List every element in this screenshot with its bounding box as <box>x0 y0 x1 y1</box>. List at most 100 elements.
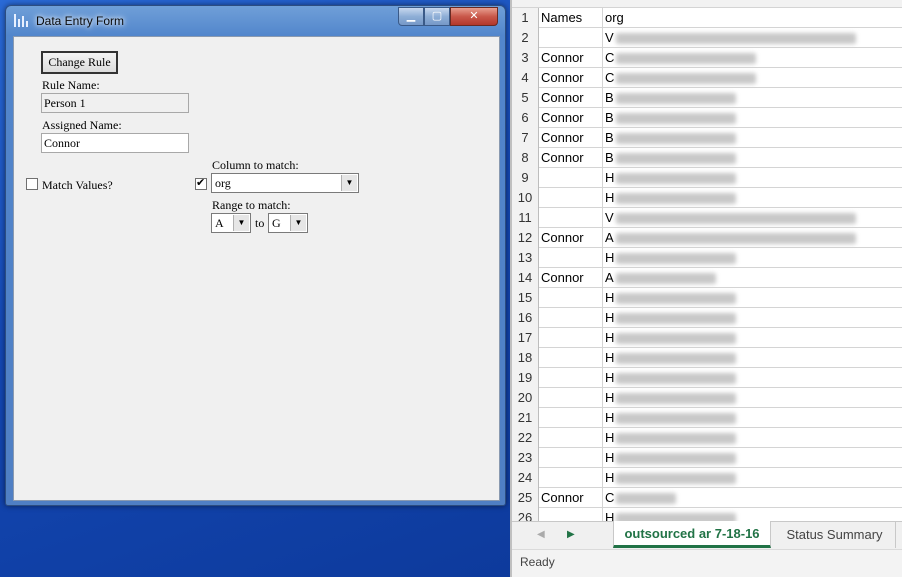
row-number[interactable]: 13 <box>512 248 539 268</box>
row-number[interactable]: 4 <box>512 68 539 88</box>
row-number[interactable]: 21 <box>512 408 539 428</box>
cell-a[interactable]: Connor <box>539 48 603 68</box>
chevron-down-icon[interactable]: ▼ <box>290 215 306 231</box>
cell-b[interactable]: B <box>604 128 902 148</box>
cell-b-text: H <box>605 370 615 385</box>
tab-status-summary[interactable]: Status Summary <box>774 522 896 548</box>
cell-b[interactable]: H <box>604 288 902 308</box>
cell-a[interactable]: Connor <box>539 128 603 148</box>
cell-b[interactable]: H <box>604 328 902 348</box>
cell-b[interactable]: C <box>604 48 902 68</box>
cell-b[interactable]: H <box>604 408 902 428</box>
chevron-down-icon[interactable]: ▼ <box>341 175 357 191</box>
cell-b[interactable]: org <box>604 8 902 28</box>
row-number[interactable]: 16 <box>512 308 539 328</box>
row-number[interactable]: 5 <box>512 88 539 108</box>
cell-b[interactable]: H <box>604 448 902 468</box>
cell-a[interactable] <box>539 208 603 228</box>
cell-a[interactable]: Connor <box>539 148 603 168</box>
row-number[interactable]: 12 <box>512 228 539 248</box>
chevron-down-icon[interactable]: ▼ <box>233 215 249 231</box>
row-number[interactable]: 23 <box>512 448 539 468</box>
cell-a[interactable] <box>539 388 603 408</box>
tab-outsourced[interactable]: outsourced ar 7-18-16 <box>613 521 771 548</box>
cell-a[interactable] <box>539 28 603 48</box>
cell-a[interactable] <box>539 368 603 388</box>
cell-a[interactable] <box>539 408 603 428</box>
close-button[interactable]: ✕ <box>450 7 498 26</box>
row-number[interactable]: 18 <box>512 348 539 368</box>
cell-a[interactable]: Names <box>539 8 603 28</box>
cell-b[interactable]: C <box>604 488 902 508</box>
cell-b-text: H <box>605 330 615 345</box>
cell-b[interactable]: H <box>604 388 902 408</box>
column-match-checkbox[interactable] <box>195 176 207 190</box>
redacted-text <box>616 73 757 85</box>
cell-b[interactable]: H <box>604 468 902 488</box>
cell-a[interactable] <box>539 328 603 348</box>
maximize-button[interactable]: ▢ <box>424 7 450 26</box>
change-rule-button[interactable]: Change Rule <box>41 51 118 74</box>
cell-a[interactable] <box>539 448 603 468</box>
row-number[interactable]: 10 <box>512 188 539 208</box>
cell-b[interactable]: H <box>604 308 902 328</box>
assigned-name-field[interactable]: Connor <box>41 133 189 153</box>
cell-a[interactable] <box>539 428 603 448</box>
cell-b[interactable]: C <box>604 68 902 88</box>
cell-a[interactable] <box>539 188 603 208</box>
cell-a[interactable] <box>539 468 603 488</box>
cell-b-text: H <box>605 170 615 185</box>
rule-name-field[interactable]: Person 1 <box>41 93 189 113</box>
cell-b[interactable]: A <box>604 268 902 288</box>
row-number[interactable]: 9 <box>512 168 539 188</box>
cell-b[interactable]: A <box>604 228 902 248</box>
cell-b[interactable]: V <box>604 208 902 228</box>
scroll-left-icon[interactable]: ◀ <box>537 529 545 540</box>
row-number[interactable]: 6 <box>512 108 539 128</box>
title-bar[interactable]: Data Entry Form ▁ ▢ ✕ <box>6 6 505 34</box>
row-number[interactable]: 1 <box>512 8 539 28</box>
row-number[interactable]: 14 <box>512 268 539 288</box>
row-number[interactable]: 2 <box>512 28 539 48</box>
range-to-dropdown[interactable]: G ▼ <box>268 213 308 233</box>
cell-b[interactable]: H <box>604 168 902 188</box>
cell-a[interactable]: Connor <box>539 488 603 508</box>
cell-a[interactable] <box>539 348 603 368</box>
cell-a[interactable]: Connor <box>539 88 603 108</box>
cell-b[interactable]: H <box>604 188 902 208</box>
cell-b[interactable]: B <box>604 148 902 168</box>
row-number[interactable]: 15 <box>512 288 539 308</box>
cell-a[interactable] <box>539 288 603 308</box>
cell-b[interactable]: B <box>604 88 902 108</box>
match-values-checkbox[interactable] <box>26 178 38 190</box>
row-number[interactable]: 7 <box>512 128 539 148</box>
cell-a[interactable] <box>539 308 603 328</box>
row-number[interactable]: 19 <box>512 368 539 388</box>
cell-b[interactable]: H <box>604 368 902 388</box>
cell-a[interactable]: Connor <box>539 68 603 88</box>
cell-b[interactable]: H <box>604 348 902 368</box>
row-number[interactable]: 3 <box>512 48 539 68</box>
row-number[interactable]: 25 <box>512 488 539 508</box>
row-number[interactable]: 20 <box>512 388 539 408</box>
redacted-text <box>616 413 737 425</box>
row-number[interactable]: 8 <box>512 148 539 168</box>
row-number[interactable]: 11 <box>512 208 539 228</box>
cell-b[interactable]: V <box>604 28 902 48</box>
cell-a[interactable] <box>539 248 603 268</box>
cell-b[interactable]: B <box>604 108 902 128</box>
minimize-button[interactable]: ▁ <box>398 7 424 26</box>
row-number[interactable]: 17 <box>512 328 539 348</box>
scroll-right-icon[interactable]: ▶ <box>567 529 575 540</box>
row-number[interactable]: 24 <box>512 468 539 488</box>
column-to-match-dropdown[interactable]: org ▼ <box>211 173 359 193</box>
table-row: 15 H <box>512 288 902 308</box>
row-number[interactable]: 22 <box>512 428 539 448</box>
cell-a[interactable] <box>539 168 603 188</box>
cell-b[interactable]: H <box>604 248 902 268</box>
cell-b[interactable]: H <box>604 428 902 448</box>
cell-a[interactable]: Connor <box>539 268 603 288</box>
range-from-dropdown[interactable]: A ▼ <box>211 213 251 233</box>
cell-a[interactable]: Connor <box>539 108 603 128</box>
cell-a[interactable]: Connor <box>539 228 603 248</box>
